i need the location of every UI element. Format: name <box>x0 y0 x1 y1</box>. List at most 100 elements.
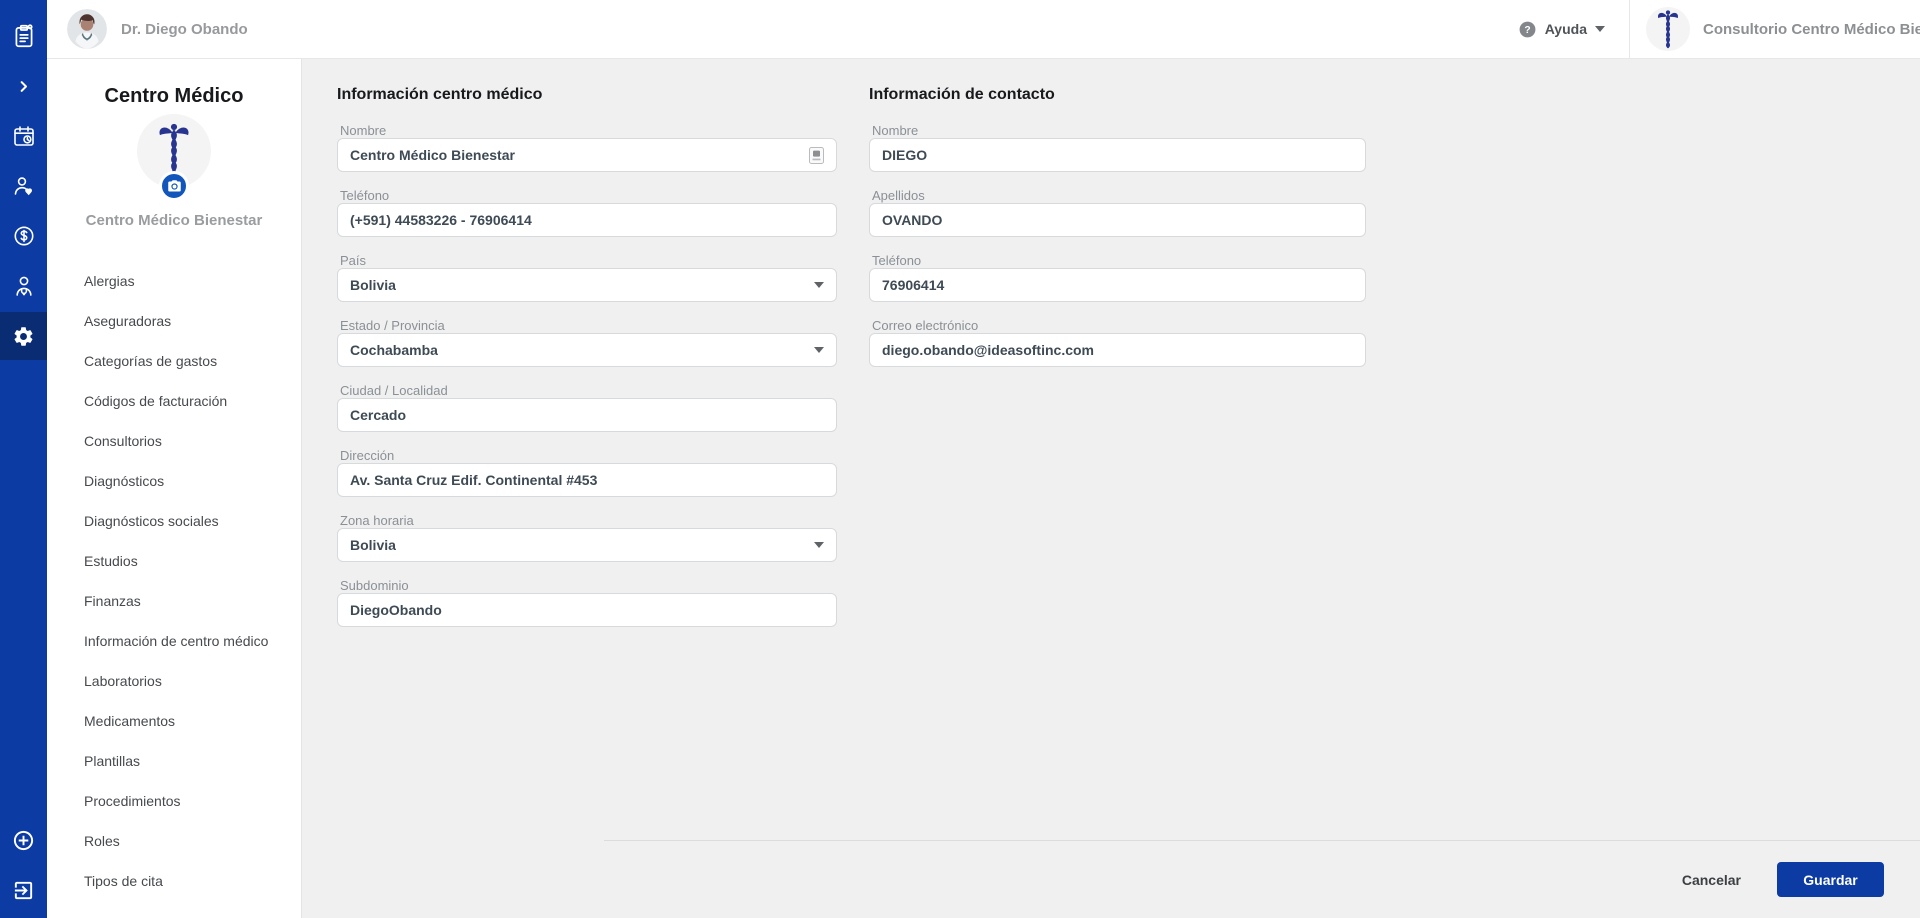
field-centro-subdominio: Subdominio DiegoObando <box>337 579 837 627</box>
input-centro-estado-provincia[interactable]: Cochabamba <box>337 333 837 367</box>
user-name: Dr. Diego Obando <box>121 20 248 38</box>
section-centro-medico: Información centro médico Nombre Centro M… <box>337 86 837 644</box>
input-value: DIEGO <box>882 147 928 163</box>
patient-heart-icon <box>12 174 36 198</box>
sidebar: Centro Médico Centro Médico Bienestar Al… <box>47 59 302 918</box>
field-label: Apellidos <box>872 188 925 203</box>
field-label: Nombre <box>340 123 387 138</box>
field-label: Estado / Provincia <box>340 318 445 333</box>
fields-contacto: Nombre DIEGO Apellidos OVANDO Teléfono 769064… <box>869 124 1366 367</box>
field-contacto-apellidos: Apellidos OVANDO <box>869 189 1366 237</box>
field-label: Ciudad / Localidad <box>340 383 448 398</box>
sidebar-item-laboratorios[interactable]: Laboratorios <box>47 661 301 701</box>
field-label: País <box>340 253 367 268</box>
topbar: Dr. Diego Obando ? Ayuda Consultorio Cen… <box>47 0 1920 59</box>
topbar-right: ? Ayuda Consultorio Centro Médico Bienes… <box>1518 0 1920 59</box>
rail-item-logout[interactable] <box>0 866 47 914</box>
user-avatar[interactable] <box>67 9 107 49</box>
caduceus-icon <box>1655 9 1681 49</box>
rail-item-add[interactable] <box>0 816 47 864</box>
input-value: 76906414 <box>882 277 945 293</box>
rail-item-agenda[interactable] <box>0 112 47 160</box>
input-value: DiegoObando <box>350 602 442 618</box>
input-centro-pais[interactable]: Bolivia <box>337 268 837 302</box>
clinic-logo <box>1646 7 1690 51</box>
input-contacto-telefono[interactable]: 76906414 <box>869 268 1366 302</box>
user-menu[interactable]: Dr. Diego Obando <box>47 9 248 49</box>
sidebar-item-consultorios[interactable]: Consultorios <box>47 421 301 461</box>
rail-item-app-logo[interactable] <box>0 12 47 60</box>
input-centro-telefono[interactable]: (+591) 44583226 - 76906414 <box>337 203 837 237</box>
logout-icon <box>12 879 35 902</box>
clipboard-medical-icon <box>11 23 37 49</box>
rail-bottom-group <box>0 814 47 914</box>
chevron-down-icon <box>814 347 824 353</box>
sidebar-item-diagnosticos-sociales[interactable]: Diagnósticos sociales <box>47 501 301 541</box>
rail-item-doctors[interactable] <box>0 262 47 310</box>
sidebar-item-plantillas[interactable]: Plantillas <box>47 741 301 781</box>
dollar-circle-icon <box>12 224 36 248</box>
input-contacto-nombre[interactable]: DIEGO <box>869 138 1366 172</box>
sidebar-item-alergias[interactable]: Alergias <box>47 261 301 301</box>
input-contacto-correo-electronico[interactable]: diego.obando@ideasoftinc.com <box>869 333 1366 367</box>
help-icon: ? <box>1518 20 1537 39</box>
input-centro-direccion[interactable]: Av. Santa Cruz Edif. Continental #453 <box>337 463 837 497</box>
rail-item-expand[interactable] <box>0 62 47 110</box>
input-contacto-apellidos[interactable]: OVANDO <box>869 203 1366 237</box>
input-value: Cercado <box>350 407 407 423</box>
input-centro-subdominio[interactable]: DiegoObando <box>337 593 837 627</box>
cancel-button[interactable]: Cancelar <box>1662 864 1761 896</box>
save-button[interactable]: Guardar <box>1777 862 1884 897</box>
sidebar-item-estudios[interactable]: Estudios <box>47 541 301 581</box>
change-photo-button[interactable] <box>159 171 189 201</box>
input-value: (+591) 44583226 - 76906414 <box>350 212 532 228</box>
field-centro-ciudad-localidad: Ciudad / Localidad Cercado <box>337 384 837 432</box>
input-value: diego.obando@ideasoftinc.com <box>882 342 1094 358</box>
help-label: Ayuda <box>1544 21 1587 37</box>
input-value: Bolivia <box>350 277 396 293</box>
field-centro-zona-horaria: Zona horaria Bolivia <box>337 514 837 562</box>
section-title-contacto: Información de contacto <box>869 86 1055 103</box>
rail-item-patients[interactable] <box>0 162 47 210</box>
field-label: Dirección <box>340 448 395 463</box>
doctor-icon <box>12 274 36 298</box>
camera-icon <box>167 179 182 194</box>
field-centro-telefono: Teléfono (+591) 44583226 - 76906414 <box>337 189 837 237</box>
autofill-icon <box>809 146 824 164</box>
sidebar-item-procedimientos[interactable]: Procedimientos <box>47 781 301 821</box>
gear-icon <box>12 325 35 348</box>
input-value: OVANDO <box>882 212 943 228</box>
field-centro-estado-provincia: Estado / Provincia Cochabamba <box>337 319 837 367</box>
rail-item-settings[interactable] <box>0 312 47 360</box>
sidebar-item-medicamentos[interactable]: Medicamentos <box>47 701 301 741</box>
input-value: Bolivia <box>350 537 396 553</box>
field-label: Nombre <box>872 123 919 138</box>
sidebar-item-aseguradoras[interactable]: Aseguradoras <box>47 301 301 341</box>
rail-item-finances[interactable] <box>0 212 47 260</box>
sidebar-title: Centro Médico <box>104 85 244 107</box>
chevron-down-icon <box>814 542 824 548</box>
icon-rail <box>0 0 47 918</box>
plus-circle-icon <box>12 829 35 852</box>
field-label: Teléfono <box>872 253 922 268</box>
sidebar-menu: Alergias Aseguradoras Categorías de gastos… <box>47 261 301 901</box>
input-value: Cochabamba <box>350 342 438 358</box>
sidebar-item-roles[interactable]: Roles <box>47 821 301 861</box>
help-menu[interactable]: ? Ayuda <box>1518 20 1605 39</box>
input-centro-ciudad-localidad[interactable]: Cercado <box>337 398 837 432</box>
sidebar-item-categorias-de-gastos[interactable]: Categorías de gastos <box>47 341 301 381</box>
footer-actions: Cancelar Guardar <box>604 840 1920 918</box>
clinic-brand: Consultorio Centro Médico Bienestar <box>1630 7 1920 51</box>
chevron-down-icon <box>1595 26 1605 32</box>
section-title-centro: Información centro médico <box>337 86 543 103</box>
input-centro-nombre[interactable]: Centro Médico Bienestar <box>337 138 837 172</box>
sidebar-item-finanzas[interactable]: Finanzas <box>47 581 301 621</box>
sidebar-item-tipos-de-cita[interactable]: Tipos de cita <box>47 861 301 901</box>
clinic-label: Consultorio Centro Médico Bienestar <box>1703 20 1920 38</box>
sidebar-item-informacion-de-centro-medico[interactable]: Información de centro médico <box>47 621 301 661</box>
sidebar-item-codigos-de-facturacion[interactable]: Códigos de facturación <box>47 381 301 421</box>
input-centro-zona-horaria[interactable]: Bolivia <box>337 528 837 562</box>
sidebar-clinic-name: Centro Médico Bienestar <box>85 212 263 229</box>
sidebar-item-diagnosticos[interactable]: Diagnósticos <box>47 461 301 501</box>
rail-top-group <box>0 0 47 360</box>
